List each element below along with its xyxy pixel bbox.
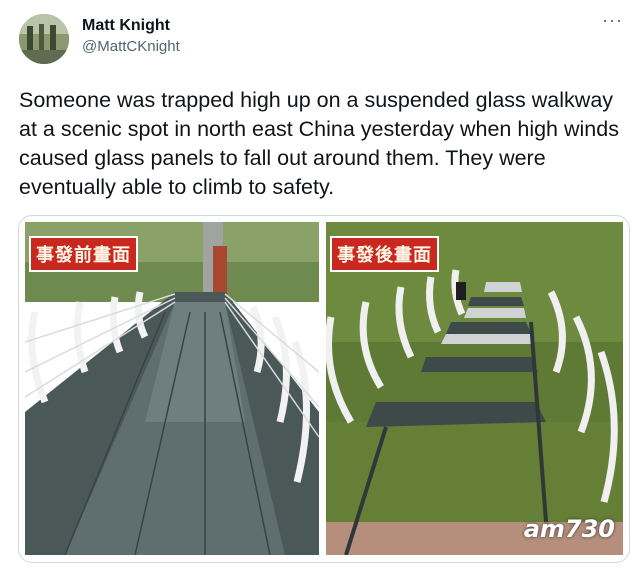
- photo-after[interactable]: 事發後畫面 am730: [326, 222, 623, 555]
- display-name[interactable]: Matt Knight: [82, 17, 170, 35]
- avatar[interactable]: [19, 14, 69, 64]
- avatar-image: [19, 14, 69, 64]
- after-label: 事發後畫面: [330, 236, 439, 272]
- photo-before[interactable]: 事發前畫面: [25, 222, 319, 555]
- tweet-media[interactable]: 事發前畫面 事發後畫面 am730: [18, 215, 630, 563]
- tweet-text: Someone was trapped high up on a suspend…: [19, 88, 619, 199]
- before-label: 事發前畫面: [29, 236, 138, 272]
- am730-watermark: am730: [523, 515, 615, 543]
- user-handle[interactable]: @MattCKnight: [82, 38, 180, 55]
- more-options-icon[interactable]: ···: [602, 10, 623, 31]
